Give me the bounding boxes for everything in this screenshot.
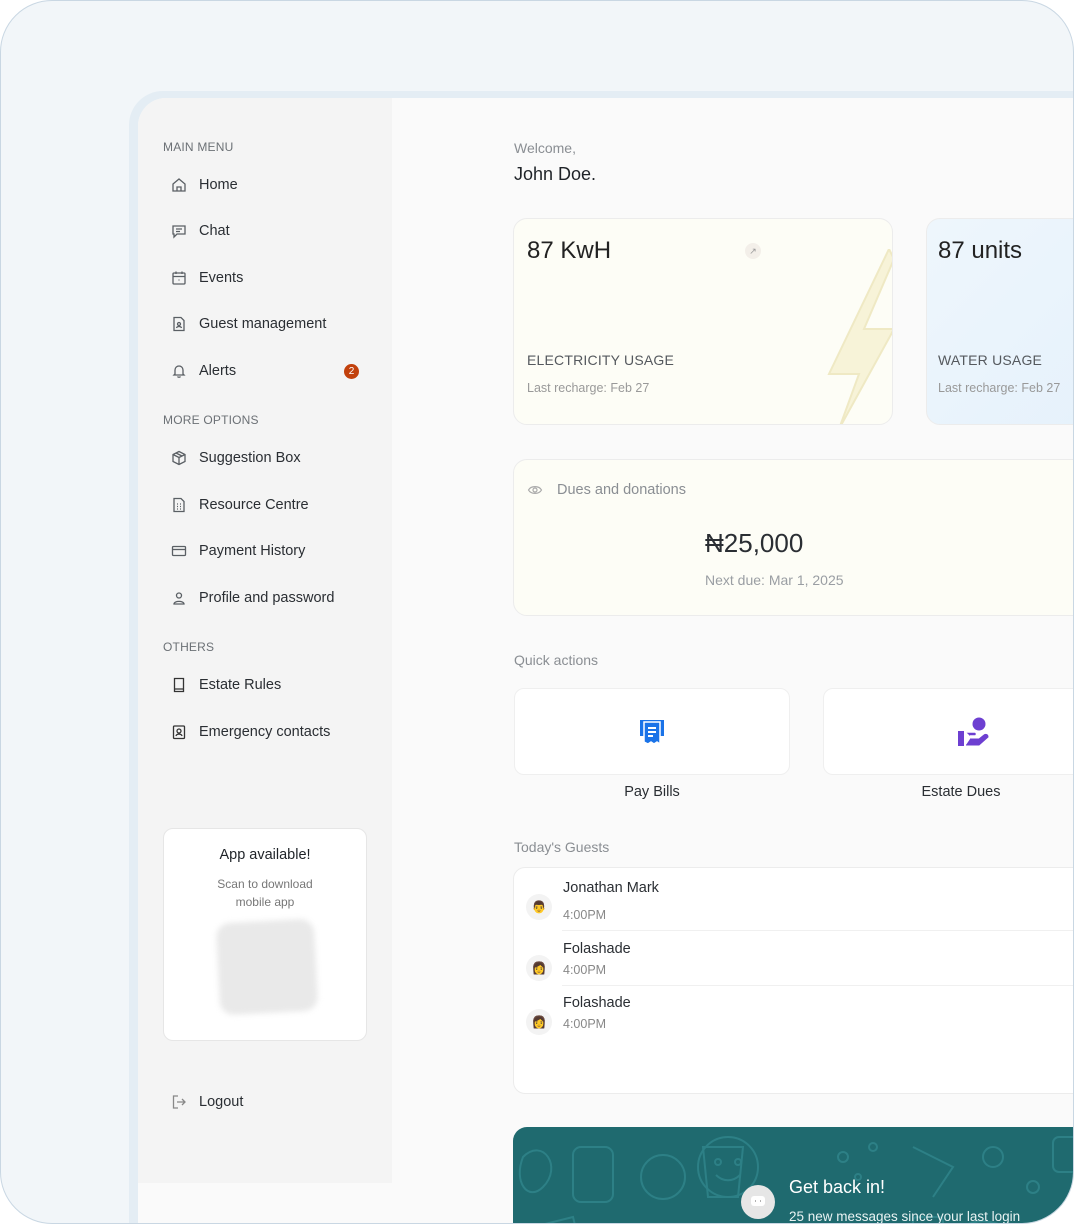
qr-code[interactable] <box>215 918 319 1016</box>
logout-button[interactable]: Logout <box>171 1090 243 1114</box>
sidebar-item-guest-management[interactable]: Guest management <box>171 312 326 336</box>
sidebar-item-payment-history[interactable]: Payment History <box>171 539 305 563</box>
avatar: 👩 <box>526 1009 552 1035</box>
credit-card-icon <box>171 543 187 559</box>
welcome-text: Welcome, <box>514 140 576 156</box>
sidebar-item-label: Alerts <box>199 363 237 379</box>
chat-icon <box>171 223 187 239</box>
sidebar-item-label: Events <box>199 270 244 286</box>
sidebar-item-alerts[interactable]: Alerts <box>171 359 236 383</box>
alerts-count-badge: 2 <box>344 364 359 379</box>
water-last-recharge: Last recharge: Feb 27 <box>938 381 1061 395</box>
sidebar: MAIN MENU Home Chat Events Guest managem… <box>138 98 392 1183</box>
sidebar-item-suggestion-box[interactable]: Suggestion Box <box>171 446 301 470</box>
messages-banner[interactable]: Get back in! 25 new messages since your … <box>513 1127 1073 1224</box>
sidebar-item-label: Payment History <box>199 543 306 559</box>
guest-time: 4:00PM <box>563 963 607 977</box>
section-more-options: MORE OPTIONS <box>163 413 259 427</box>
sidebar-item-label: Estate Rules <box>199 677 282 693</box>
device-frame: MAIN MENU Home Chat Events Guest managem… <box>0 0 1074 1224</box>
sidebar-item-label: Home <box>199 177 238 193</box>
guest-time: 4:00PM <box>563 1017 607 1031</box>
dues-card[interactable]: Dues and donations ₦25,000 Next due: Mar… <box>513 459 1073 616</box>
receipt-icon <box>640 719 664 745</box>
section-main-menu: MAIN MENU <box>163 140 234 154</box>
dues-title: Dues and donations <box>557 482 686 498</box>
guest-time: 4:00PM <box>563 908 607 922</box>
user-icon <box>171 590 187 606</box>
pay-bills-button[interactable] <box>514 688 790 775</box>
logout-icon <box>171 1094 187 1110</box>
electricity-value: 87 KwH <box>527 237 612 264</box>
book-icon <box>171 677 187 693</box>
chat-bubble-icon <box>741 1185 775 1219</box>
guest-name: Jonathan Mark <box>563 880 659 896</box>
sidebar-item-home[interactable]: Home <box>171 173 238 197</box>
sidebar-item-label: Resource Centre <box>199 497 309 513</box>
todays-guests-title: Today's Guests <box>514 839 610 855</box>
section-others: OTHERS <box>163 640 215 654</box>
app-card-subtitle: Scan to download mobile app <box>217 877 313 909</box>
hand-coin-icon <box>958 717 989 746</box>
electricity-last-recharge: Last recharge: Feb 27 <box>527 381 650 395</box>
arrow-up-right-icon[interactable]: ↗ <box>745 243 761 259</box>
banner-title: Get back in! <box>789 1177 886 1197</box>
app-screen: MAIN MENU Home Chat Events Guest managem… <box>138 98 1073 1224</box>
home-icon <box>171 177 187 193</box>
box-icon <box>171 450 187 466</box>
contact-card-icon <box>171 724 187 740</box>
divider <box>562 930 1073 931</box>
divider <box>562 985 1073 986</box>
water-value: 87 units <box>938 237 1023 264</box>
electricity-card[interactable]: 87 KwH ↗ ELECTRICITY USAGE Last recharge… <box>513 218 893 425</box>
avatar: 👨 <box>526 894 552 920</box>
pay-bills-label: Pay Bills <box>624 784 680 800</box>
sidebar-item-estate-rules[interactable]: Estate Rules <box>171 673 281 697</box>
guest-document-icon <box>171 316 187 332</box>
list-item[interactable]: 👨 Jonathan Mark 4:00PM <box>526 880 1073 936</box>
app-download-card: App available! Scan to download mobile a… <box>163 828 367 1041</box>
estate-dues-button[interactable] <box>823 688 1073 775</box>
list-item[interactable]: 👩 Folashade 4:00PM <box>526 995 1073 1051</box>
water-label: WATER USAGE <box>938 352 1043 368</box>
guest-name: Folashade <box>563 941 631 957</box>
calendar-icon <box>171 270 187 286</box>
eye-icon[interactable] <box>527 482 543 498</box>
app-card-title: App available! <box>219 847 311 863</box>
list-item[interactable]: 👩 Folashade 4:00PM <box>526 941 1073 997</box>
sidebar-item-resource-centre[interactable]: Resource Centre <box>171 493 309 517</box>
document-icon <box>171 497 187 513</box>
sidebar-item-label: Emergency contacts <box>199 724 331 740</box>
dues-next-date: Next due: Mar 1, 2025 <box>705 572 844 588</box>
guests-list: 👨 Jonathan Mark 4:00PM 👩 Folashade 4:00P… <box>513 867 1073 1094</box>
sidebar-item-chat[interactable]: Chat <box>171 219 230 243</box>
sidebar-item-profile-password[interactable]: Profile and password <box>171 586 334 610</box>
sidebar-item-label: Chat <box>199 223 230 239</box>
sidebar-item-label: Profile and password <box>199 590 335 606</box>
estate-dues-label: Estate Dues <box>921 784 1001 800</box>
avatar: 👩 <box>526 955 552 981</box>
lightning-bolt-icon <box>827 249 892 424</box>
bell-icon <box>171 363 187 379</box>
sidebar-item-label: Suggestion Box <box>199 450 301 466</box>
banner-subtitle: 25 new messages since your last login <box>789 1209 1021 1224</box>
quick-actions-title: Quick actions <box>514 652 599 668</box>
guest-name: Folashade <box>563 995 631 1011</box>
water-card[interactable]: 87 units WATER USAGE Last recharge: Feb … <box>926 218 1073 425</box>
sidebar-item-label: Guest management <box>199 316 327 332</box>
user-name: John Doe. <box>514 164 597 184</box>
dues-amount: ₦25,000 <box>705 528 804 558</box>
sidebar-item-emergency-contacts[interactable]: Emergency contacts <box>171 720 330 744</box>
electricity-label: ELECTRICITY USAGE <box>527 352 675 368</box>
logout-label: Logout <box>199 1094 244 1110</box>
sidebar-item-events[interactable]: Events <box>171 266 243 290</box>
